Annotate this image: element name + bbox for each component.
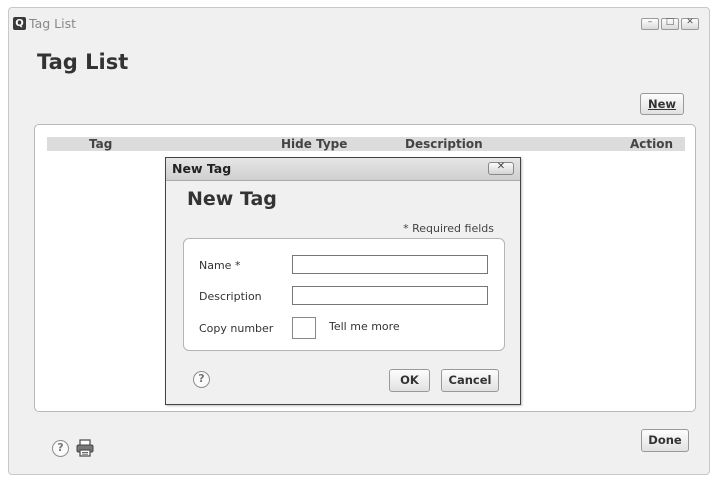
tell-me-more-link[interactable]: Tell me more bbox=[329, 320, 400, 333]
window-title: Tag List bbox=[29, 16, 76, 31]
window-titlebar: Q Tag List – □ ✕ bbox=[9, 8, 709, 38]
table-header: Tag Hide Type Description Action bbox=[47, 137, 685, 151]
name-input[interactable] bbox=[292, 255, 488, 274]
cancel-button[interactable]: Cancel bbox=[441, 369, 499, 392]
close-icon: ✕ bbox=[686, 17, 694, 27]
description-label: Description bbox=[199, 290, 262, 303]
minimize-icon: – bbox=[647, 17, 653, 27]
window-controls: – □ ✕ bbox=[641, 17, 699, 30]
maximize-button[interactable]: □ bbox=[661, 17, 679, 30]
minimize-button[interactable]: – bbox=[641, 17, 659, 30]
dialog-heading: New Tag bbox=[187, 188, 277, 210]
print-icon[interactable] bbox=[76, 439, 94, 457]
window-close-button[interactable]: ✕ bbox=[681, 17, 699, 30]
dialog-titlebar: New Tag ✕ bbox=[166, 158, 520, 181]
column-header-description[interactable]: Description bbox=[405, 137, 483, 151]
new-tag-dialog: New Tag ✕ New Tag * Required fields Name… bbox=[165, 157, 521, 405]
help-icon[interactable]: ? bbox=[52, 440, 69, 457]
dialog-title: New Tag bbox=[172, 161, 232, 176]
column-header-hide-type[interactable]: Hide Type bbox=[281, 137, 347, 151]
column-header-action[interactable]: Action bbox=[630, 137, 673, 151]
required-fields-note: * Required fields bbox=[403, 222, 494, 235]
column-header-tag[interactable]: Tag bbox=[89, 137, 112, 151]
name-label: Name * bbox=[199, 259, 241, 272]
help-icon[interactable]: ? bbox=[193, 371, 210, 388]
page-title: Tag List bbox=[37, 50, 129, 74]
ok-button[interactable]: OK bbox=[389, 369, 430, 392]
maximize-icon: □ bbox=[665, 17, 675, 27]
copy-number-input[interactable] bbox=[292, 317, 316, 339]
dialog-close-button[interactable]: ✕ bbox=[488, 161, 514, 175]
close-icon: ✕ bbox=[496, 161, 506, 172]
done-button[interactable]: Done bbox=[641, 429, 689, 452]
copy-number-label: Copy number bbox=[199, 322, 274, 335]
tag-form: Name * Description Copy number Tell me m… bbox=[183, 238, 505, 351]
new-tag-button[interactable]: New bbox=[640, 93, 684, 115]
description-input[interactable] bbox=[292, 286, 488, 305]
app-icon: Q bbox=[13, 17, 26, 30]
